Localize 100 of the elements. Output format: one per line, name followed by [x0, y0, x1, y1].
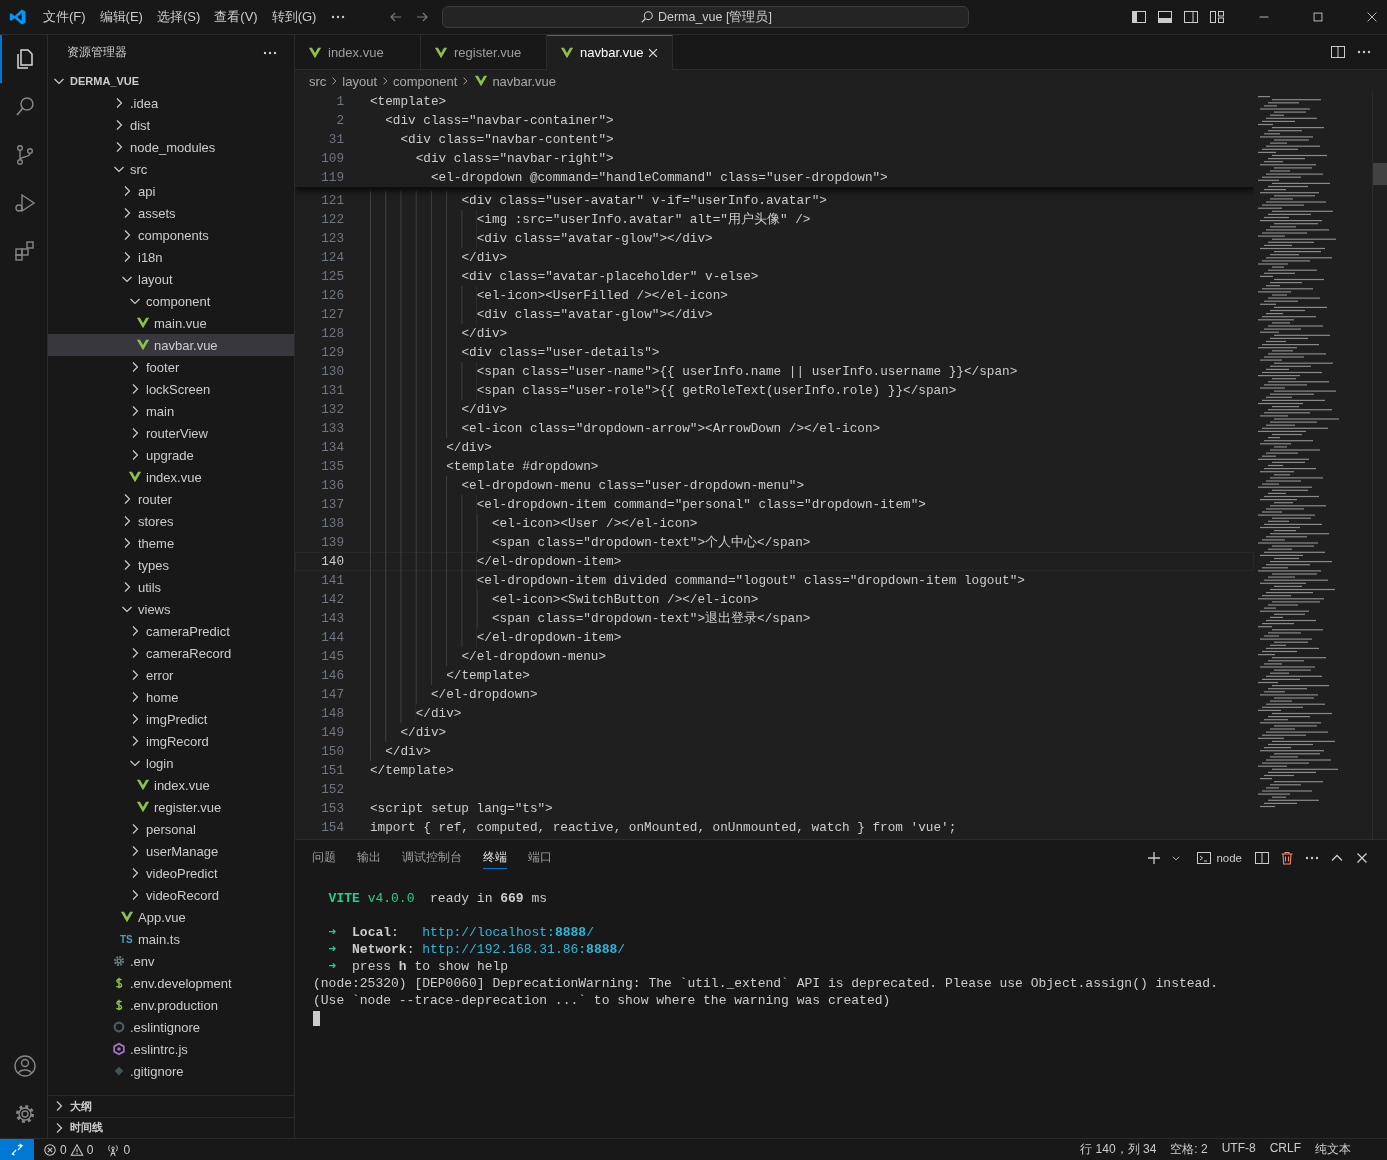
run-debug-icon[interactable]	[12, 191, 37, 215]
code-line: </template>	[370, 763, 454, 778]
workspace-header[interactable]: DERMA_VUE	[48, 70, 294, 92]
folder-item[interactable]: login	[48, 752, 294, 774]
folder-item[interactable]: cameraRecord	[48, 642, 294, 664]
maximize-icon[interactable]	[1311, 10, 1325, 24]
section-header[interactable]: 大纲	[48, 1095, 294, 1117]
diamond-icon	[112, 1064, 126, 1078]
vue-file-icon	[560, 45, 574, 60]
file-item[interactable]: .env	[48, 950, 294, 972]
menu-item[interactable]: 查看(V)	[214, 8, 258, 26]
folder-item[interactable]: home	[48, 686, 294, 708]
file-item[interactable]: navbar.vue	[48, 334, 294, 356]
folder-item[interactable]: cameraPredict	[48, 620, 294, 642]
folder-item[interactable]: layout	[48, 268, 294, 290]
ports-indicator[interactable]: 0	[106, 1142, 135, 1157]
file-item[interactable]: index.vue	[48, 466, 294, 488]
folder-item[interactable]: stores	[48, 510, 294, 532]
file-item[interactable]: register.vue	[48, 796, 294, 818]
breadcrumb-item[interactable]: navbar.vue	[492, 73, 556, 89]
folder-item[interactable]: userManage	[48, 840, 294, 862]
panel-tab[interactable]: 端口	[528, 846, 552, 869]
breadcrumb-item[interactable]: layout	[342, 73, 378, 89]
file-item[interactable]: App.vue	[48, 906, 294, 928]
file-item[interactable]: .eslintignore	[48, 1016, 294, 1038]
folder-item[interactable]: api	[48, 180, 294, 202]
folder-item[interactable]: footer	[48, 356, 294, 378]
panel-tab[interactable]: 输出	[357, 846, 381, 869]
breadcrumb-item[interactable]: component	[393, 73, 458, 89]
file-item[interactable]: .env.development	[48, 972, 294, 994]
plus-icon[interactable]	[1146, 849, 1163, 866]
folder-item[interactable]: views	[48, 598, 294, 620]
file-item[interactable]: TS main.ts	[48, 928, 294, 950]
remote-button[interactable]	[0, 1139, 34, 1160]
search-field[interactable]: Derma_vue [管理员]	[442, 6, 970, 28]
status-item[interactable]: 行 140，列 34	[1080, 1141, 1157, 1158]
extensions-icon[interactable]	[12, 239, 37, 263]
folder-item[interactable]: videoRecord	[48, 884, 294, 906]
link[interactable]: http://localhost:8888/	[422, 925, 594, 940]
terminal-selector[interactable]: node	[1196, 849, 1242, 866]
status-item[interactable]: CRLF	[1269, 1141, 1301, 1158]
editor-tab[interactable]: navbar.vue	[547, 35, 673, 70]
line-number: 125	[320, 269, 344, 284]
folder-item[interactable]: upgrade	[48, 444, 294, 466]
sidebar-toggle-icon[interactable]	[1131, 9, 1147, 25]
folder-item[interactable]: error	[48, 664, 294, 686]
folder-item[interactable]: assets	[48, 202, 294, 224]
folder-item[interactable]: personal	[48, 818, 294, 840]
folder-item[interactable]: node_modules	[48, 136, 294, 158]
folder-item[interactable]: component	[48, 290, 294, 312]
folder-item[interactable]: videoPredict	[48, 862, 294, 884]
menu-item[interactable]: 选择(S)	[156, 8, 201, 26]
editor-tab[interactable]: index.vue	[295, 35, 421, 70]
code-line: <el-icon><SwitchButton /></el-icon>	[491, 592, 759, 607]
explorer-title: 资源管理器	[67, 45, 127, 60]
file-item[interactable]: .gitignore	[48, 1060, 294, 1082]
panel-tab[interactable]: 问题	[312, 846, 336, 869]
menu-item[interactable]: 转到(G)	[271, 8, 317, 26]
breadcrumb-item[interactable]: src	[309, 73, 327, 89]
folder-item[interactable]: i18n	[48, 246, 294, 268]
trash-icon[interactable]	[1279, 849, 1295, 866]
file-item[interactable]: .env.production	[48, 994, 294, 1016]
problems-indicator[interactable]: 0 0	[43, 1142, 98, 1157]
menu-item[interactable]: 文件(F)	[43, 8, 86, 26]
folder-item[interactable]: components	[48, 224, 294, 246]
layout-icon[interactable]	[1209, 9, 1225, 25]
folder-item[interactable]: types	[48, 554, 294, 576]
panel-tab[interactable]: 终端	[483, 846, 507, 869]
close-icon[interactable]	[1365, 10, 1379, 24]
folder-item[interactable]: .idea	[48, 92, 294, 114]
panel-tab[interactable]: 调试控制台	[402, 846, 462, 869]
line-number: 124	[320, 250, 344, 265]
folder-item[interactable]: imgRecord	[48, 730, 294, 752]
status-item[interactable]: 空格: 2	[1170, 1141, 1208, 1158]
split-icon[interactable]	[1254, 849, 1270, 866]
folder-item[interactable]: main	[48, 400, 294, 422]
folder-item[interactable]: utils	[48, 576, 294, 598]
folder-item[interactable]: router	[48, 488, 294, 510]
file-item[interactable]: main.vue	[48, 312, 294, 334]
line-number: 142	[320, 592, 344, 607]
vue-file-icon	[474, 74, 489, 88]
folder-item[interactable]: lockScreen	[48, 378, 294, 400]
section-header[interactable]: 时间线	[48, 1116, 294, 1138]
folder-item[interactable]: imgPredict	[48, 708, 294, 730]
menu-item[interactable]: 编辑(E)	[99, 8, 143, 26]
secondary-sidebar-icon[interactable]	[1183, 9, 1199, 25]
split-editor-icon[interactable]	[1330, 44, 1346, 60]
file-item[interactable]: .eslintrc.js	[48, 1038, 294, 1060]
link[interactable]: http://192.168.31.86:8888/	[422, 942, 626, 957]
folder-item[interactable]: dist	[48, 114, 294, 136]
panel-toggle-icon[interactable]	[1157, 9, 1173, 25]
folder-item[interactable]: routerView	[48, 422, 294, 444]
folder-item[interactable]: src	[48, 158, 294, 180]
status-item[interactable]: UTF-8	[1221, 1141, 1256, 1158]
folder-item[interactable]: theme	[48, 532, 294, 554]
line-number: 153	[320, 801, 344, 816]
file-item[interactable]: index.vue	[48, 774, 294, 796]
status-item[interactable]: 纯文本	[1315, 1141, 1351, 1158]
scrollbar-thumb[interactable]	[1373, 163, 1387, 185]
account-icon[interactable]	[12, 1054, 37, 1078]
